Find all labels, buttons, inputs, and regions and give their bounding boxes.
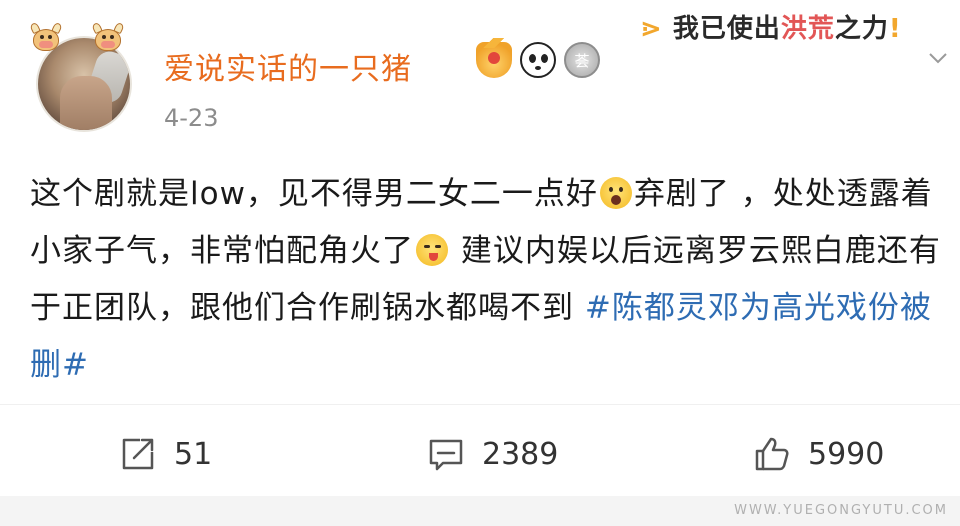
chevron-down-icon[interactable] [928, 48, 948, 68]
yum-emoji-icon [416, 234, 448, 266]
post-date: 4-23 [164, 104, 219, 132]
repost-count: 51 [174, 436, 213, 472]
user-badges [476, 38, 600, 78]
post-content: 这个剧就是low，见不得男二女二一点好 弃剧了 ，处处透露着小家子气，非常怕配角火… [30, 166, 945, 394]
ox-decoration-icon [91, 21, 125, 54]
sparkle-icon: ⋗ [640, 14, 663, 44]
watermark: WWW.YUEGONGYUTU.COM [734, 503, 948, 518]
comment-icon [429, 439, 463, 471]
exclaim-icon: ! [888, 14, 902, 44]
panda-badge-icon[interactable] [520, 42, 556, 78]
banner-text-suffix: 之力 [834, 14, 889, 44]
avatar[interactable] [29, 21, 142, 134]
like-button[interactable]: 5990 [752, 428, 884, 480]
weibo-post: 爱说实话的一只猪 4-23 ⋗ 我已使出洪荒之力! 这个剧就是low，见不得男二… [0, 0, 960, 526]
comment-count: 2389 [482, 436, 559, 472]
ox-decoration-icon [29, 21, 63, 54]
banner-decoration: ⋗ 我已使出洪荒之力! [640, 8, 902, 44]
thumbs-up-icon [755, 437, 789, 471]
crown-badge-icon[interactable] [476, 38, 512, 78]
divider [0, 404, 960, 405]
banner-text-prefix: 我已使出 [672, 14, 781, 44]
like-count: 5990 [808, 436, 885, 472]
username[interactable]: 爱说实话的一只猪 [164, 44, 412, 88]
repost-icon [122, 438, 154, 470]
banner-text-highlight: 洪荒 [780, 14, 835, 44]
repost-button[interactable]: 51 [118, 428, 212, 480]
medal-badge-icon[interactable] [564, 42, 600, 78]
scream-emoji-icon [599, 177, 632, 209]
content-text: 这个剧就是low，见不得男二女二一点好 [30, 176, 598, 212]
comment-button[interactable]: 2389 [426, 428, 558, 480]
